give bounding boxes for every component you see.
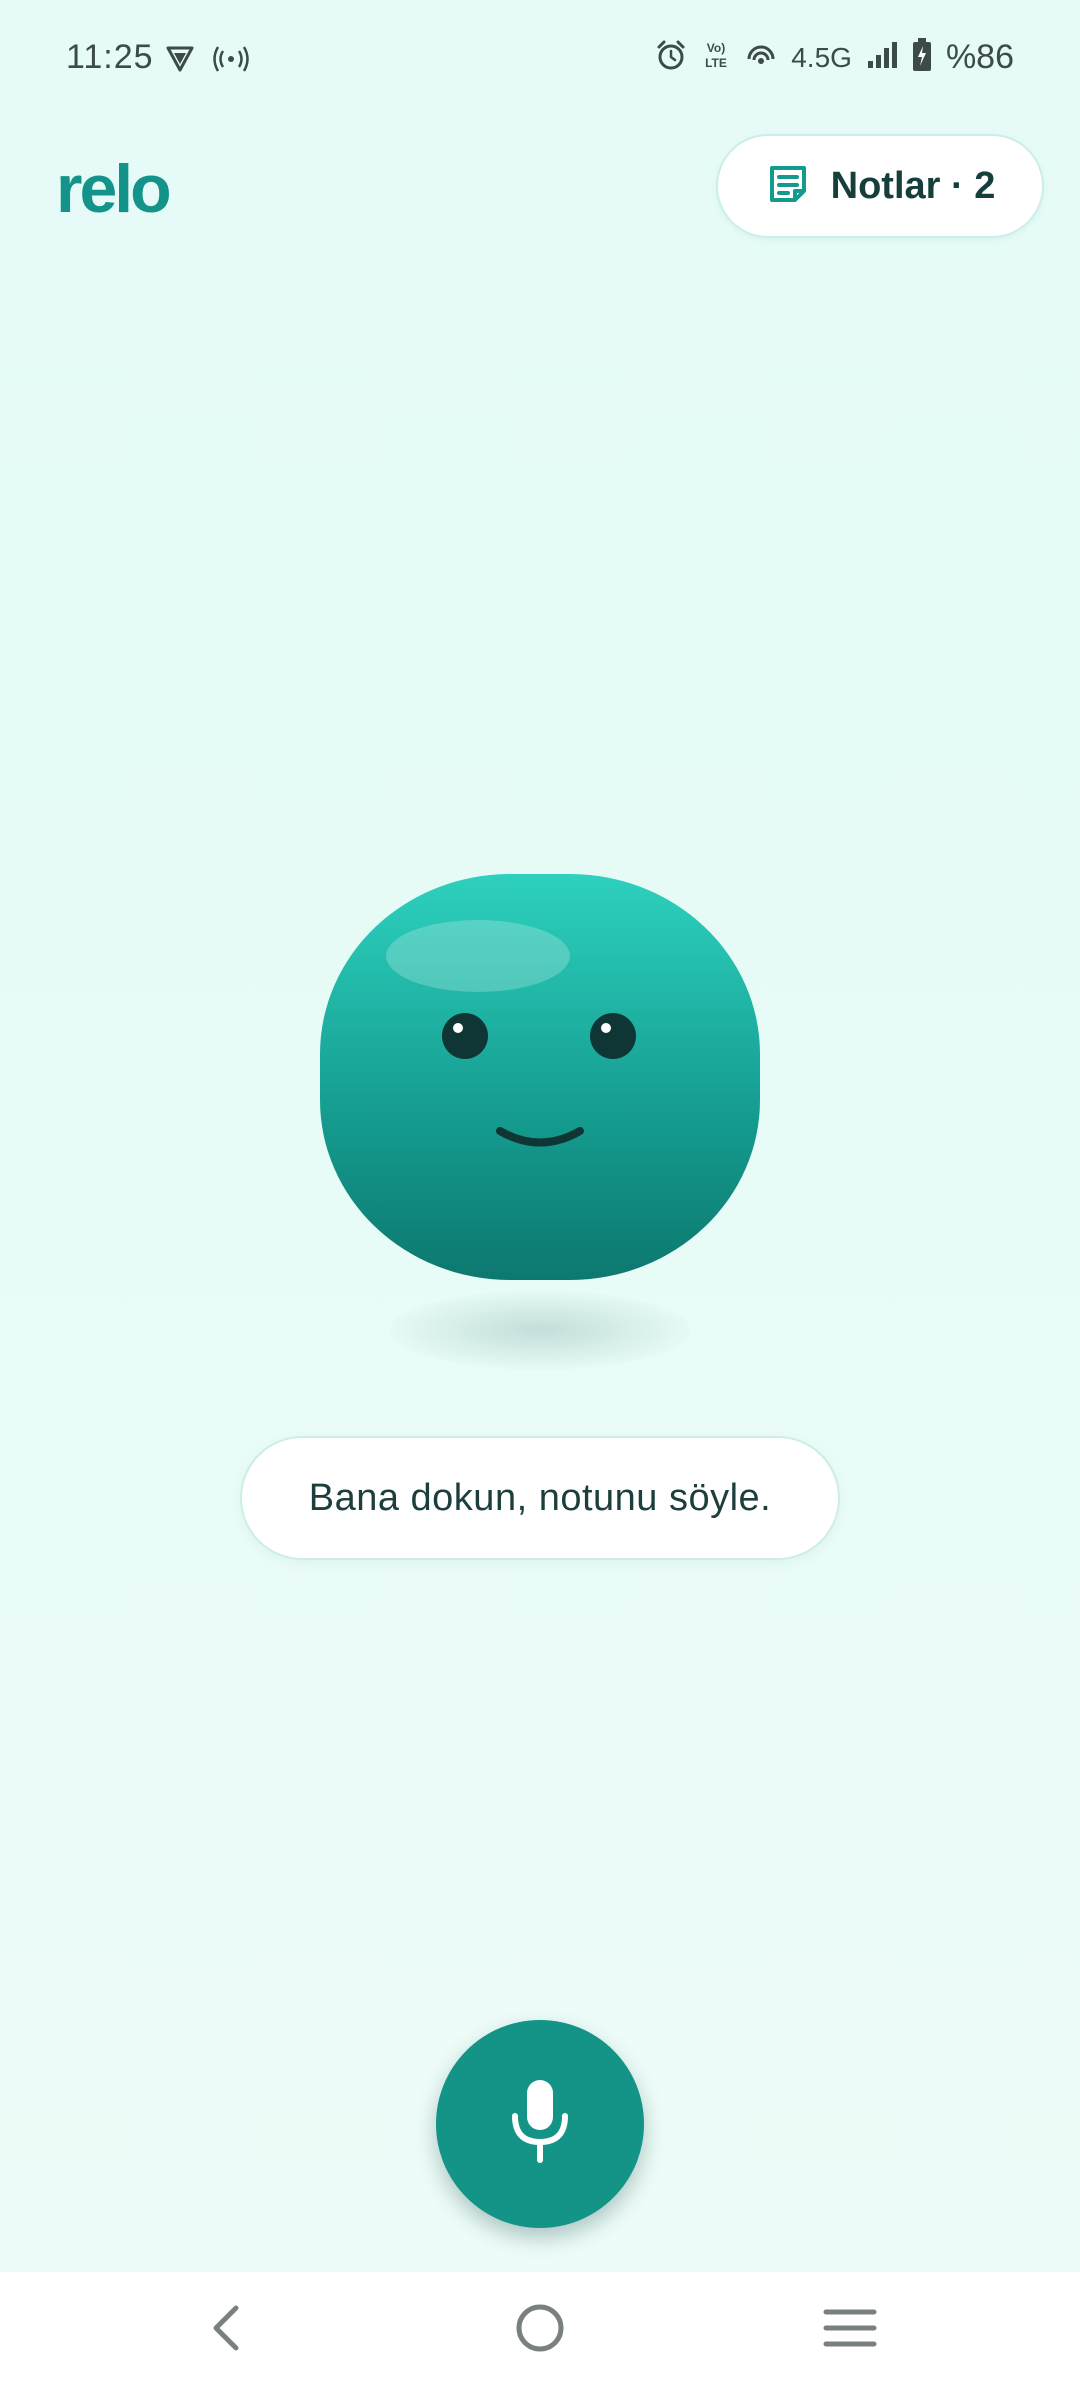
note-icon: [765, 161, 811, 212]
status-left-icons: [164, 42, 250, 79]
back-icon: [206, 2302, 246, 2359]
home-icon: [512, 2300, 568, 2361]
smiling-blob-mascot[interactable]: [320, 874, 760, 1280]
recents-button[interactable]: [810, 2290, 890, 2370]
app-logo: relo: [56, 151, 172, 227]
mascot-eye-right: [590, 1013, 636, 1059]
battery-percentage: %86: [945, 38, 1014, 76]
hint-text: Bana dokun, notunu söyle.: [308, 1476, 772, 1519]
home-button[interactable]: [500, 2290, 580, 2370]
mascot-eye-left: [442, 1013, 488, 1059]
status-bar: 11:25 Vo) LTE 4.5G %86: [0, 0, 1080, 120]
status-right-icons: Vo) LTE 4.5G %86: [655, 38, 1014, 77]
volte-icon: Vo) LTE: [701, 39, 731, 76]
svg-text:LTE: LTE: [705, 56, 727, 70]
battery-charging-icon: [912, 38, 932, 77]
vpn-icon: [164, 42, 196, 79]
back-button[interactable]: [186, 2290, 266, 2370]
alarm-icon: [655, 39, 687, 76]
mascot-shadow: [390, 1290, 690, 1370]
signal-icon: [866, 39, 898, 76]
hotspot-icon: [212, 42, 250, 79]
notes-button-label: Notlar · 2: [830, 164, 996, 207]
network-type: 4.5G: [791, 41, 852, 73]
system-nav-bar: [0, 2272, 1080, 2388]
menu-icon: [822, 2304, 878, 2357]
microphone-icon: [505, 2076, 575, 2173]
wifi-calling-icon: [745, 39, 777, 76]
svg-text:Vo): Vo): [707, 41, 725, 55]
status-time: 11:25: [66, 38, 154, 76]
hint-bubble: Bana dokun, notunu söyle.: [240, 1436, 840, 1560]
notes-button[interactable]: Notlar · 2: [716, 134, 1044, 238]
mic-button[interactable]: [436, 2020, 644, 2228]
